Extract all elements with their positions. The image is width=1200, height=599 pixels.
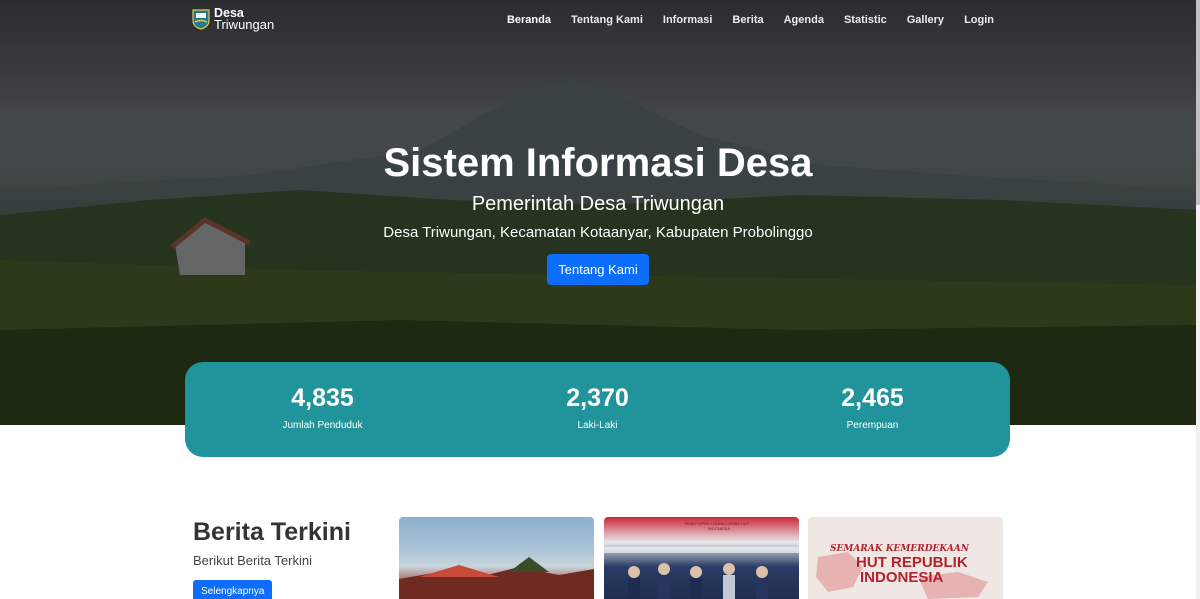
- stat-female: 2,465 Perempuan: [735, 362, 1010, 457]
- navbar: Desa Triwungan Beranda Tentang Kami Info…: [0, 0, 1196, 40]
- stat-label: Jumlah Penduduk: [282, 420, 363, 431]
- hero-title: Sistem Informasi Desa: [383, 141, 813, 185]
- stat-label: Laki-Laki: [577, 420, 618, 431]
- hero-content: Sistem Informasi Desa Pemerintah Desa Tr…: [0, 140, 1196, 285]
- nav-item-login[interactable]: Login: [964, 14, 994, 26]
- news-card-2[interactable]: PEMUTUPAN LOMBA-LOMBA HUT ... INDONESIA: [604, 517, 799, 599]
- village-emblem-icon: [192, 9, 210, 30]
- nav-item-statistic[interactable]: Statistic: [844, 14, 887, 26]
- nav-item-gallery[interactable]: Gallery: [907, 14, 944, 26]
- news-card-3[interactable]: SEMARAK KEMERDEKAAN HUT REPUBLIK INDONES…: [808, 517, 1003, 599]
- stat-total-population: 4,835 Jumlah Penduduk: [185, 362, 460, 457]
- news-card-1[interactable]: [399, 517, 594, 599]
- scrollbar-thumb[interactable]: [1196, 0, 1200, 205]
- stat-label: Perempuan: [846, 420, 899, 431]
- nav-item-agenda[interactable]: Agenda: [784, 14, 824, 26]
- stat-male: 2,370 Laki-Laki: [460, 362, 735, 457]
- card3-title-line2: INDONESIA: [860, 569, 944, 586]
- news-title: Berita Terkini: [193, 518, 351, 546]
- nav-item-beranda[interactable]: Beranda: [507, 14, 551, 26]
- news-subtitle: Berikut Berita Terkini: [193, 553, 312, 568]
- page-scrollbar[interactable]: [1196, 0, 1200, 599]
- tentang-kami-button[interactable]: Tentang Kami: [547, 254, 649, 285]
- main-nav: Beranda Tentang Kami Informasi Berita Ag…: [507, 14, 994, 26]
- news-image-1: [399, 557, 594, 599]
- nav-item-informasi[interactable]: Informasi: [663, 14, 713, 26]
- stat-value: 2,465: [841, 384, 904, 412]
- stat-value: 2,370: [566, 384, 629, 412]
- population-stats: 4,835 Jumlah Penduduk 2,370 Laki-Laki 2,…: [185, 362, 1010, 457]
- brand[interactable]: Desa Triwungan: [192, 7, 275, 32]
- nav-item-berita[interactable]: Berita: [732, 14, 763, 26]
- news-image-2: [604, 547, 799, 599]
- nav-item-tentang-kami[interactable]: Tentang Kami: [571, 14, 643, 26]
- hero-location: Desa Triwungan, Kecamatan Kotaanyar, Kab…: [383, 224, 813, 241]
- hero-subtitle: Pemerintah Desa Triwungan: [471, 193, 725, 215]
- news-section-header: Berita Terkini Berikut Berita Terkini Se…: [193, 517, 351, 599]
- selengkapnya-button[interactable]: Selengkapnya: [193, 580, 273, 599]
- card3-heading: SEMARAK KEMERDEKAAN: [830, 544, 970, 554]
- card3-title-line1: HUT REPUBLIK: [856, 554, 968, 571]
- stat-value: 4,835: [291, 384, 354, 412]
- brand-line2: Triwungan: [214, 17, 275, 32]
